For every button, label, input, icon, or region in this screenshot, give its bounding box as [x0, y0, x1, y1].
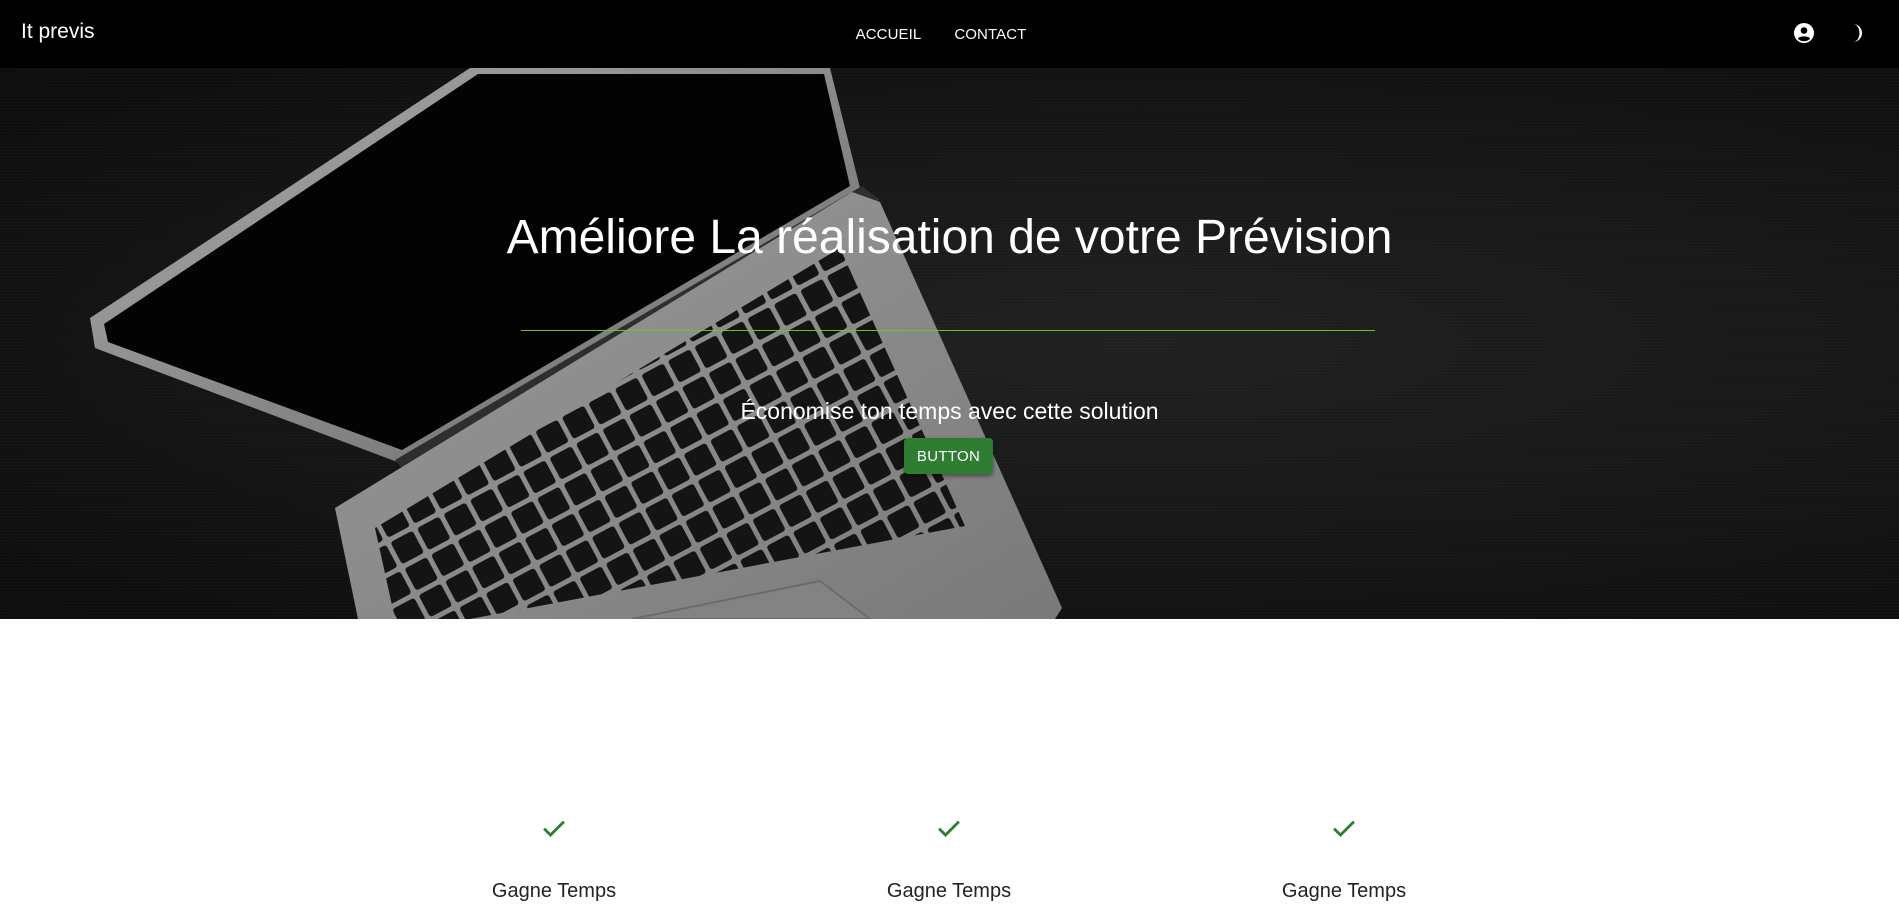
check-icon [938, 820, 960, 837]
features-section: Gagne Temps Gagne Temps Gagne Temps [0, 619, 1899, 917]
hero-dark-overlay [0, 68, 1899, 619]
feature-label: Gagne Temps [491, 880, 617, 902]
brand-logo-text[interactable]: It previs [21, 20, 95, 44]
hero-title: Améliore La réalisation de votre Prévisi… [506, 211, 1393, 264]
hero-subtitle: Économise ton temps avec cette solution [740, 398, 1159, 424]
check-icon [1333, 820, 1355, 837]
main-nav: ACCUEIL CONTACT [0, 0, 1899, 68]
top-navbar: It previs ACCUEIL CONTACT [0, 0, 1899, 68]
hero-cta-button[interactable]: BUTTON [904, 438, 993, 474]
hero-section: Améliore La réalisation de votre Prévisi… [0, 68, 1899, 619]
check-icon [543, 820, 565, 837]
feature-label: Gagne Temps [886, 880, 1012, 902]
hero-divider [521, 330, 1375, 331]
nav-link-accueil[interactable]: ACCUEIL [856, 26, 922, 43]
nav-link-contact[interactable]: CONTACT [954, 26, 1026, 43]
account-circle-icon[interactable] [1792, 21, 1816, 45]
dark-mode-icon[interactable] [1843, 21, 1867, 45]
feature-label: Gagne Temps [1281, 880, 1407, 902]
